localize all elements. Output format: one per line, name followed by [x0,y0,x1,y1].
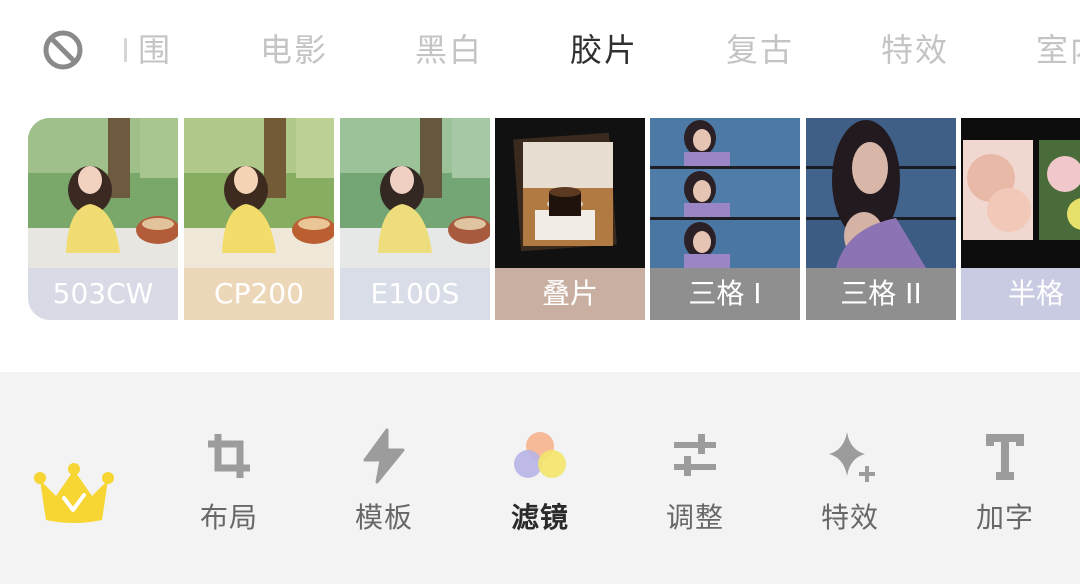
filter-label: 叠片 [495,268,645,320]
filter-editor: 围 电影 黑白 胶片 复古 特效 室内 [0,0,1080,584]
tool-label: 特效 [820,501,879,534]
tab-movie[interactable]: 电影 [260,26,328,74]
tool-filter-button[interactable]: 滤镜 [485,428,595,548]
filter-label: 三格 II [806,268,956,320]
filter-card-cp200[interactable]: CP200 [184,118,334,320]
filter-label: 三格 I [650,268,800,320]
filter-thumbnail [961,118,1080,268]
tool-label: 布局 [199,501,258,534]
filter-label: 半格 [961,268,1080,320]
filter-label: 503CW [28,268,178,320]
tool-label: 调整 [665,501,724,534]
filter-thumbnail [495,118,645,268]
tab-partial[interactable]: 围 [138,26,170,74]
tool-label: 滤镜 [510,501,569,534]
tool-label: 加字 [975,501,1034,534]
sliders-icon [674,434,716,476]
filter-card-three-frame-2[interactable]: 三格 II [806,118,956,320]
filter-thumbnail [650,118,800,268]
filter-thumbnail [806,118,956,268]
category-tab-bar: 围 电影 黑白 胶片 复古 特效 室内 [0,0,1080,100]
filter-label: E100S [340,268,490,320]
sparkle-icon [829,432,875,482]
filter-thumbnail [184,118,334,268]
tab-partial-label: 围 [138,31,170,69]
tab-effects[interactable]: 特效 [881,26,949,74]
no-filter-icon[interactable] [41,28,85,72]
tool-template-button[interactable]: 模板 [329,428,439,548]
tab-indoor[interactable]: 室内 [1036,26,1080,74]
tool-label: 模板 [354,501,413,534]
tool-effects-button[interactable]: 特效 [795,428,905,548]
filter-card-overlay[interactable]: 叠片 [495,118,645,320]
filter-card-half-frame[interactable]: 半格 [961,118,1080,320]
filter-card-e100s[interactable]: E100S [340,118,490,320]
tab-retro[interactable]: 复古 [726,26,794,74]
lightning-icon [363,428,405,484]
crop-icon [208,434,250,478]
tab-film[interactable]: 胶片 [570,26,638,74]
tool-adjust-button[interactable]: 调整 [640,428,750,548]
crown-vip-icon[interactable] [34,462,114,528]
tool-layout-button[interactable]: 布局 [174,428,284,548]
text-icon [986,434,1024,480]
filter-card-503cw[interactable]: 503CW [28,118,178,320]
tool-text-button[interactable]: 加字 [950,428,1060,548]
color-circles-icon [514,432,566,478]
filter-label: CP200 [184,268,334,320]
filter-thumbnail [28,118,178,268]
tab-divider [124,38,127,62]
tab-black-white[interactable]: 黑白 [415,26,483,74]
filter-thumbnail [340,118,490,268]
filter-card-three-frame-1[interactable]: 三格 I [650,118,800,320]
filter-strip: 503CW CP200 E100S 叠片 三格 I 三格 II 半格 [28,118,1080,320]
bottom-toolbar: 布局 模板 滤镜 调整 特效 加字 [0,372,1080,584]
